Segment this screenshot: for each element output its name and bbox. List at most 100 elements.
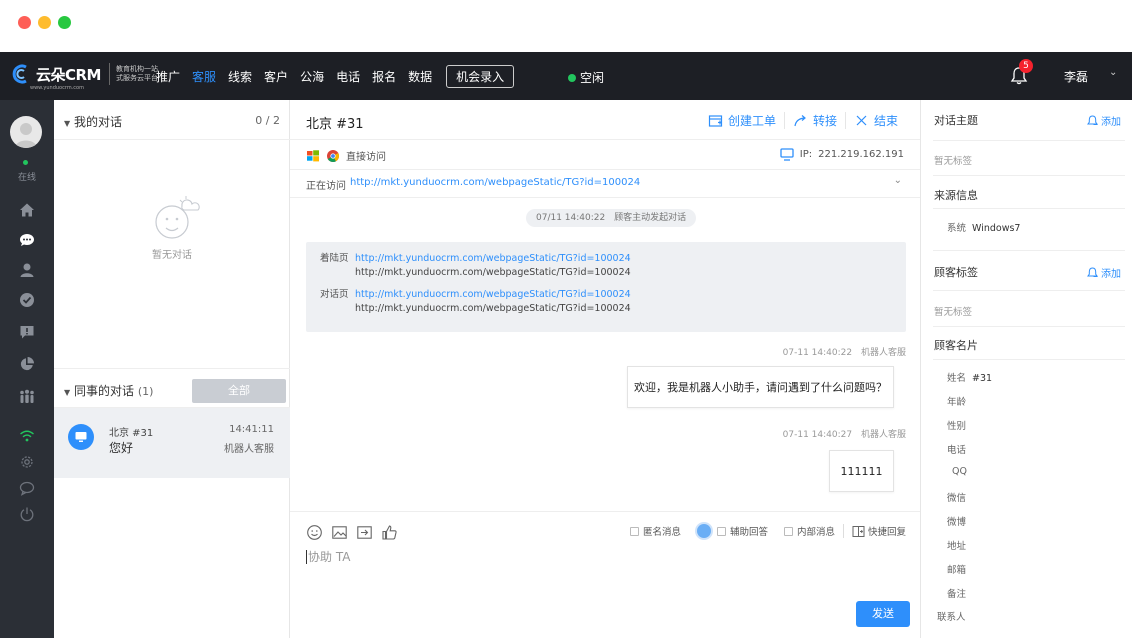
minimize-window-button[interactable] xyxy=(38,16,51,29)
send-button[interactable]: 发送 xyxy=(856,601,910,627)
nav-item-public-pool[interactable]: 公海 xyxy=(300,68,324,85)
chevron-down-icon[interactable]: ⌄ xyxy=(894,175,902,186)
nav-item-data[interactable]: 数据 xyxy=(408,68,432,85)
divider xyxy=(842,524,844,538)
caret-down-icon: ▼ xyxy=(64,119,71,128)
pie-chart-icon[interactable] xyxy=(17,354,37,374)
message-sender: 机器人客服 xyxy=(860,348,906,358)
card-gender-field[interactable]: 性别 xyxy=(947,418,966,432)
check-icon[interactable] xyxy=(17,290,37,310)
nav-item-leads[interactable]: 线索 xyxy=(228,68,252,85)
nav-item-phone[interactable]: 电话 xyxy=(336,68,360,85)
chat-icon[interactable] xyxy=(17,230,37,250)
nav-item-enrollment[interactable]: 报名 xyxy=(372,68,396,85)
colleague-conversations-header[interactable]: ▼ 同事的对话 (1) 全部 xyxy=(54,368,290,408)
dialog-page-link[interactable]: http://mkt.yunduocrm.com/webpageStatic/T… xyxy=(355,288,631,301)
close-icon xyxy=(856,115,867,126)
slogan-line-1: 教育机构一站 xyxy=(116,65,158,73)
add-tag-button[interactable]: 添加 xyxy=(1087,265,1121,280)
export-icon[interactable] xyxy=(356,524,373,541)
card-title: 顾客名片 xyxy=(934,339,978,352)
name-label: 姓名 xyxy=(947,373,967,384)
home-icon[interactable] xyxy=(17,200,37,220)
thumb-icon[interactable] xyxy=(381,524,398,541)
message-input[interactable]: 协助 TA xyxy=(306,550,350,564)
conversation-time: 14:41:11 xyxy=(229,424,274,435)
brand-logo[interactable]: 云朵CRM www.yunduocrm.com 教育机构一站 式服务云平台 xyxy=(10,62,160,91)
power-icon[interactable] xyxy=(17,504,37,524)
message-meta: 07-11 14:40:22 机器人客服 xyxy=(783,345,906,358)
windows-icon xyxy=(307,149,319,161)
message-sender: 机器人客服 xyxy=(860,430,906,440)
message-meta: 07-11 14:40:27 机器人客服 xyxy=(783,427,906,440)
conversation-panel: ▼ 我的对话 0 / 2 暂无对话 ▼ 同事的对话 (1) 全部 北京 #31 … xyxy=(54,100,290,638)
divider xyxy=(933,208,1125,209)
end-chat-button[interactable]: 结束 xyxy=(844,112,906,129)
message-alert-icon[interactable] xyxy=(17,322,37,342)
anonymous-checkbox[interactable] xyxy=(629,526,639,536)
add-topic-label: 添加 xyxy=(1101,117,1121,128)
online-dot xyxy=(23,160,28,165)
opportunity-entry-button[interactable]: 机会录入 xyxy=(446,64,515,88)
image-icon[interactable] xyxy=(331,524,348,541)
dialog-page-label: 对话页 xyxy=(320,289,349,300)
create-ticket-button[interactable]: 创建工单 xyxy=(700,112,784,129)
visiting-url-link[interactable]: http://mkt.yunduocrm.com/webpageStatic/T… xyxy=(350,177,640,188)
card-age-field[interactable]: 年龄 xyxy=(947,394,966,408)
landing-page-link[interactable]: http://mkt.yunduocrm.com/webpageStatic/T… xyxy=(355,252,631,265)
main-nav: 推广 客服 线索 客户 公海 电话 报名 数据 机会录入 xyxy=(156,52,515,100)
divider xyxy=(933,359,1125,360)
chat-area: 北京 #31 创建工单 转接 结束 直接访问 IP: 221.219.162.1… xyxy=(290,100,920,638)
chat-message-bubble: 欢迎，我是机器人小助手，请问遇到了什么问题吗？ xyxy=(627,366,894,408)
quick-reply-button[interactable]: 快捷回复 xyxy=(852,524,906,538)
wifi-icon[interactable] xyxy=(17,426,37,446)
dialog-page-url: http://mkt.yunduocrm.com/webpageStatic/T… xyxy=(355,303,631,314)
internal-message-label: 内部消息 xyxy=(796,527,835,538)
card-wechat-field[interactable]: 微信 xyxy=(947,490,966,504)
empty-state xyxy=(54,188,290,245)
card-notes-field[interactable]: 备注 xyxy=(947,586,966,600)
zoom-window-button[interactable] xyxy=(58,16,71,29)
card-contact-field[interactable]: 联系人 xyxy=(937,609,966,623)
message-time: 07-11 14:40:27 xyxy=(782,430,853,440)
card-name-field: 姓名 #31 xyxy=(947,370,992,384)
card-weibo-field[interactable]: 微博 xyxy=(947,514,966,528)
add-topic-button[interactable]: 添加 xyxy=(1087,113,1121,128)
brand-slogan: 教育机构一站 式服务云平台 xyxy=(116,65,160,83)
topic-title: 对话主题 xyxy=(934,114,978,127)
chat-header: 北京 #31 创建工单 转接 结束 xyxy=(290,100,920,140)
user-name[interactable]: 李磊 xyxy=(1064,68,1088,85)
internal-message-checkbox[interactable] xyxy=(783,526,793,536)
empty-chat-icon xyxy=(155,196,200,239)
card-address-field[interactable]: 地址 xyxy=(947,538,966,552)
filter-all-button[interactable]: 全部 xyxy=(192,379,286,403)
chrome-icon xyxy=(327,149,340,162)
chevron-down-icon[interactable]: ⌄ xyxy=(1109,67,1117,78)
card-email-field[interactable]: 邮箱 xyxy=(947,562,966,576)
transfer-button[interactable]: 转接 xyxy=(783,112,845,129)
avatar[interactable] xyxy=(10,116,42,148)
user-icon[interactable] xyxy=(17,260,37,280)
nav-item-customer-service[interactable]: 客服 xyxy=(192,68,216,85)
card-qq-field[interactable]: QQ xyxy=(952,466,967,477)
create-ticket-label: 创建工单 xyxy=(727,114,776,128)
app-window: 云朵CRM www.yunduocrm.com 教育机构一站 式服务云平台 推广… xyxy=(0,0,1132,638)
colleague-conversations-count: (1) xyxy=(137,385,154,398)
agent-status[interactable]: 空闲 xyxy=(568,69,604,86)
visiting-page-row[interactable]: 正在访问 http://mkt.yunduocrm.com/webpageSta… xyxy=(290,170,920,198)
my-conversations-header[interactable]: ▼ 我的对话 0 / 2 xyxy=(54,100,290,140)
nav-item-customers[interactable]: 客户 xyxy=(264,68,288,85)
settings-icon[interactable] xyxy=(17,452,37,472)
conversation-list-item[interactable]: 北京 #31 14:41:11 您好 机器人客服 xyxy=(54,408,290,478)
smile-icon[interactable] xyxy=(306,524,323,541)
bubble-icon[interactable] xyxy=(17,478,37,498)
chat-message-bubble: 111111 xyxy=(829,450,894,492)
ai-assist-toggle[interactable] xyxy=(696,524,711,538)
card-phone-field[interactable]: 电话 xyxy=(947,442,966,456)
nav-item-promotion[interactable]: 推广 xyxy=(156,68,180,85)
brand-url: www.yunduocrm.com xyxy=(30,85,84,91)
my-conversations-count: 0 / 2 xyxy=(255,114,280,127)
close-window-button[interactable] xyxy=(18,16,31,29)
team-icon[interactable] xyxy=(17,386,37,406)
assist-answer-checkbox[interactable] xyxy=(716,526,726,536)
